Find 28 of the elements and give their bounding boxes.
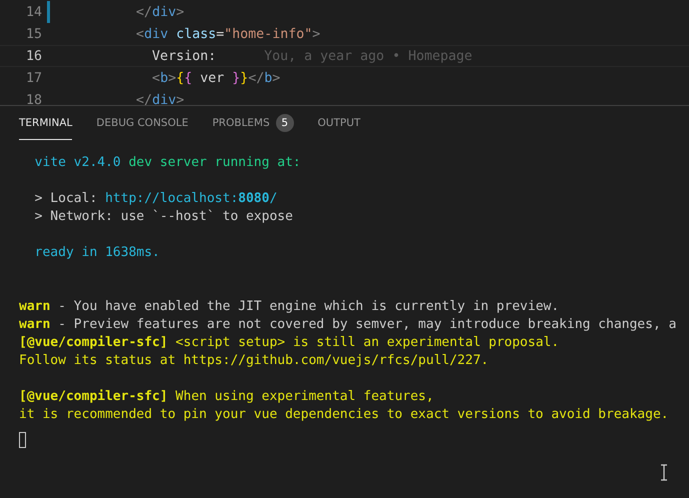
panel-tab[interactable]: DEBUG CONSOLE [96,106,188,140]
code-line: </div> [135,4,184,20]
code-line: <div class="home-info"> [135,26,320,42]
code-line: <b>{{ ver }}</b> [151,70,280,86]
line-number: 16 [24,48,42,64]
line-number: 18 [24,92,42,105]
terminal-line: warn - Preview features are not covered by semver, may introduce breaking changes, a [19,316,676,334]
terminal-line: it is recommended to pin your vue dependencies to exact versions to avoid breakage. [19,406,669,424]
terminal-line: [@vue/compiler-sfc] When using experimental features, [19,388,434,406]
panel-tab[interactable]: OUTPUT [318,106,360,140]
line-number: 17 [24,70,42,86]
terminal-line: ready in 1638ms. [34,244,160,262]
terminal-line: warn - You have enabled the JIT engine which is currently in preview. [19,298,560,316]
panel-tab[interactable]: PROBLEMS 5 [212,106,294,140]
terminal-line: [@vue/compiler-sfc] <script setup> is still an experimental proposal. [19,334,560,352]
terminal-cursor [19,432,26,448]
terminal-line: > Network: use `--host` to expose [34,208,293,226]
panel-tab[interactable]: TERMINAL [19,106,72,140]
terminal-line: vite v2.4.0 dev server running at: [34,154,301,172]
count-badge: 5 [276,114,294,132]
git-blame-annotation: You, a year ago • Homepage [264,48,472,64]
code-line: Version: [151,48,216,64]
line-number: 14 [24,4,42,20]
terminal-line: > Local: http://localhost:8080/ [34,190,278,208]
code-line: </div> [135,92,184,105]
terminal-line: Follow its status at https://github.com/vuejs/rfcs/pull/227. [19,352,489,370]
text-cursor-icon [660,464,668,481]
line-number: 15 [24,26,42,42]
